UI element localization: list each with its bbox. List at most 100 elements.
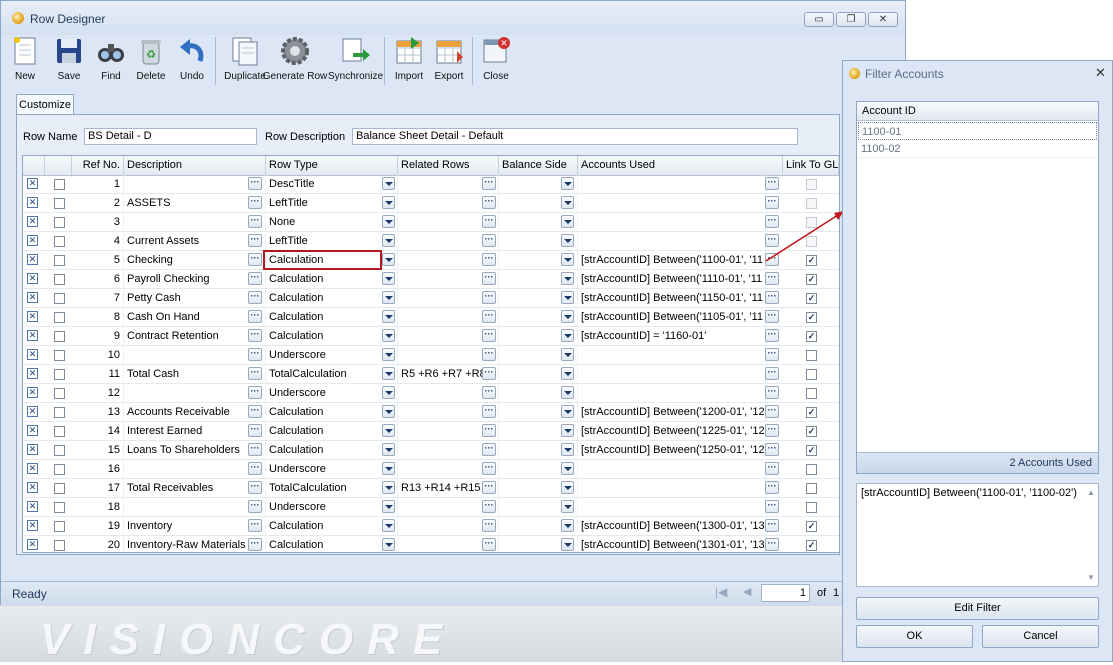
row-type-cell[interactable]: LeftTitle	[266, 232, 398, 250]
delete-row-icon[interactable]: ✕	[27, 235, 38, 246]
row-type-cell[interactable]: TotalCalculation	[266, 479, 398, 497]
description-ellipsis-button[interactable]: ···	[248, 253, 262, 266]
row-description-input[interactable]: Balance Sheet Detail - Default	[352, 128, 798, 145]
link-to-gl-checkbox[interactable]: ✓	[806, 445, 817, 456]
row-type-cell[interactable]: TotalCalculation	[266, 365, 398, 383]
scroll-up-icon[interactable]: ▲	[1087, 486, 1095, 499]
accounts-used-ellipsis-button[interactable]: ···	[765, 519, 779, 532]
description-cell[interactable]: Loans To Shareholders	[124, 441, 266, 459]
delete-row-icon[interactable]: ✕	[27, 216, 38, 227]
row-type-dropdown-icon[interactable]	[382, 462, 395, 475]
header-related-rows[interactable]: Related Rows	[398, 156, 499, 175]
link-to-gl-checkbox[interactable]: ✓	[806, 540, 817, 551]
row-type-dropdown-icon[interactable]	[382, 519, 395, 532]
description-ellipsis-button[interactable]: ···	[248, 443, 262, 456]
table-row[interactable]: ✕ 5 Checking ··· Calculation ··· [strAccountID…	[23, 251, 839, 270]
accounts-used-cell[interactable]	[578, 498, 766, 516]
row-type-dropdown-icon[interactable]	[382, 481, 395, 494]
balance-side-dropdown-icon[interactable]	[561, 443, 574, 456]
balance-side-dropdown-icon[interactable]	[561, 405, 574, 418]
description-cell[interactable]	[124, 175, 266, 193]
related-rows-ellipsis-button[interactable]: ···	[482, 462, 496, 475]
accounts-used-ellipsis-button[interactable]: ···	[765, 367, 779, 380]
related-rows-ellipsis-button[interactable]: ···	[482, 443, 496, 456]
accounts-used-ellipsis-button[interactable]: ···	[765, 424, 779, 437]
account-id-header[interactable]: Account ID	[857, 102, 1098, 121]
balance-side-dropdown-icon[interactable]	[561, 234, 574, 247]
description-ellipsis-button[interactable]: ···	[248, 519, 262, 532]
filter-expression[interactable]: [strAccountID] Between('1100-01', '1100-…	[856, 483, 1099, 587]
save-button[interactable]: Save	[44, 35, 94, 82]
delete-row-icon[interactable]: ✕	[27, 387, 38, 398]
row-type-cell[interactable]: Underscore	[266, 460, 398, 478]
table-row[interactable]: ✕ 2 ASSETS ··· LeftTitle ··· ···	[23, 194, 839, 213]
first-page-icon[interactable]: |◀	[715, 585, 727, 599]
accounts-used-cell[interactable]: [strAccountID] Between('1105-01', '11	[578, 308, 766, 326]
accounts-used-cell[interactable]	[578, 460, 766, 478]
balance-side-dropdown-icon[interactable]	[561, 481, 574, 494]
delete-row-icon[interactable]: ✕	[27, 444, 38, 455]
delete-row-icon[interactable]: ✕	[27, 330, 38, 341]
row-type-cell[interactable]: Calculation	[266, 289, 398, 307]
row-select-checkbox[interactable]	[54, 293, 65, 304]
row-type-dropdown-icon[interactable]	[382, 310, 395, 323]
delete-row-icon[interactable]: ✕	[27, 273, 38, 284]
description-ellipsis-button[interactable]: ···	[248, 462, 262, 475]
accounts-used-ellipsis-button[interactable]: ···	[765, 538, 779, 551]
description-cell[interactable]: Interest Earned	[124, 422, 266, 440]
accounts-used-cell[interactable]	[578, 479, 766, 497]
account-item[interactable]: 1100-01	[858, 122, 1097, 140]
row-select-checkbox[interactable]	[54, 255, 65, 266]
description-cell[interactable]: Checking	[124, 251, 266, 269]
balance-side-dropdown-icon[interactable]	[561, 462, 574, 475]
header-link-to-gl[interactable]: Link To GL	[783, 156, 839, 175]
related-rows-ellipsis-button[interactable]: ···	[482, 367, 496, 380]
table-row[interactable]: ✕ 13 Accounts Receivable ··· Calculation ···[…	[23, 403, 839, 422]
header-description[interactable]: Description	[124, 156, 266, 175]
close-button[interactable]: ✕ Close	[478, 35, 514, 82]
accounts-used-ellipsis-button[interactable]: ···	[765, 500, 779, 513]
accounts-used-cell[interactable]: [strAccountID] Between('1301-01', '13	[578, 536, 766, 552]
related-rows-ellipsis-button[interactable]: ···	[482, 329, 496, 342]
table-row[interactable]: ✕ 6 Payroll Checking ··· Calculation ··· [strA…	[23, 270, 839, 289]
row-select-checkbox[interactable]	[54, 198, 65, 209]
accounts-used-ellipsis-button[interactable]: ···	[765, 405, 779, 418]
row-type-cell[interactable]: Calculation	[266, 403, 398, 421]
header-row-type[interactable]: Row Type	[266, 156, 398, 175]
expression-scrollbar[interactable]: ▲ ▼	[1085, 486, 1097, 584]
link-to-gl-checkbox[interactable]: ✓	[806, 521, 817, 532]
description-ellipsis-button[interactable]: ···	[248, 348, 262, 361]
delete-row-icon[interactable]: ✕	[27, 178, 38, 189]
row-select-checkbox[interactable]	[54, 445, 65, 456]
accounts-used-cell[interactable]	[578, 175, 766, 193]
balance-side-dropdown-icon[interactable]	[561, 519, 574, 532]
row-type-dropdown-icon[interactable]	[382, 538, 395, 551]
cancel-button[interactable]: Cancel	[982, 625, 1099, 648]
link-to-gl-checkbox[interactable]: ✓	[806, 426, 817, 437]
import-button[interactable]: Import	[390, 35, 428, 82]
related-rows-ellipsis-button[interactable]: ···	[482, 272, 496, 285]
undo-button[interactable]: Undo	[172, 35, 212, 82]
link-to-gl-checkbox[interactable]: ✓	[806, 312, 817, 323]
description-cell[interactable]: Total Cash	[124, 365, 266, 383]
delete-row-icon[interactable]: ✕	[27, 349, 38, 360]
balance-side-dropdown-icon[interactable]	[561, 348, 574, 361]
row-select-checkbox[interactable]	[54, 464, 65, 475]
row-select-checkbox[interactable]	[54, 502, 65, 513]
row-type-dropdown-icon[interactable]	[382, 272, 395, 285]
balance-side-dropdown-icon[interactable]	[561, 538, 574, 551]
row-type-dropdown-icon[interactable]	[382, 215, 395, 228]
row-type-dropdown-icon[interactable]	[382, 386, 395, 399]
description-ellipsis-button[interactable]: ···	[248, 424, 262, 437]
description-cell[interactable]: Petty Cash	[124, 289, 266, 307]
row-type-dropdown-icon[interactable]	[382, 329, 395, 342]
description-ellipsis-button[interactable]: ···	[248, 234, 262, 247]
description-ellipsis-button[interactable]: ···	[248, 386, 262, 399]
row-name-input[interactable]: BS Detail - D	[84, 128, 257, 145]
row-type-dropdown-icon[interactable]	[382, 291, 395, 304]
delete-row-icon[interactable]: ✕	[27, 520, 38, 531]
description-cell[interactable]: Cash On Hand	[124, 308, 266, 326]
row-type-dropdown-icon[interactable]	[382, 348, 395, 361]
table-row[interactable]: ✕ 4 Current Assets ··· LeftTitle ··· ···	[23, 232, 839, 251]
accounts-used-cell[interactable]	[578, 384, 766, 402]
